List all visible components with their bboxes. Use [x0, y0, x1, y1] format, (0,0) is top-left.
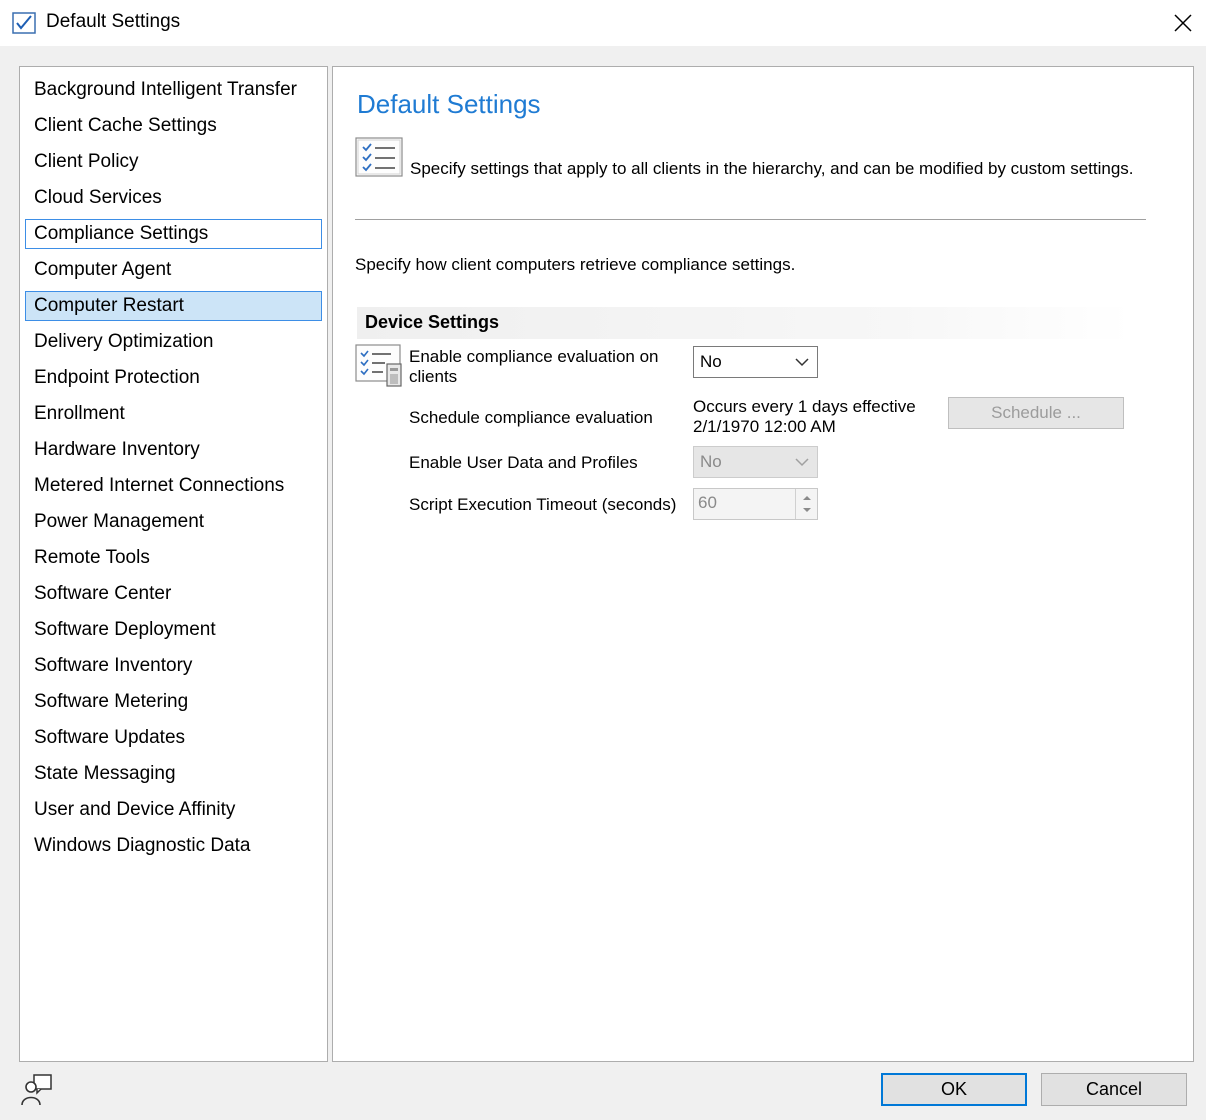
- close-button[interactable]: [1160, 0, 1206, 46]
- schedule-value-line1: Occurs every 1 days effective: [693, 397, 916, 416]
- nav-item-state-messaging[interactable]: State Messaging: [25, 759, 322, 789]
- window-title: Default Settings: [46, 11, 181, 32]
- settings-nav-list: Background Intelligent Transfer Client C…: [19, 66, 328, 1062]
- header-divider: [355, 219, 1146, 220]
- user-data-value: No: [700, 452, 722, 471]
- nav-item-client-policy[interactable]: Client Policy: [25, 147, 322, 177]
- timeout-stepper[interactable]: 60: [693, 488, 818, 520]
- close-icon: [1174, 14, 1192, 32]
- help-user-icon[interactable]: [20, 1073, 54, 1107]
- nav-item-user-and-device-affinity[interactable]: User and Device Affinity: [25, 795, 322, 825]
- chevron-down-icon: [795, 358, 809, 367]
- nav-item-cloud-services[interactable]: Cloud Services: [25, 183, 322, 213]
- nav-item-software-inventory[interactable]: Software Inventory: [25, 651, 322, 681]
- timeout-value: 60: [698, 493, 717, 512]
- checklist-icon: [355, 137, 405, 179]
- group-header-device-settings: Device Settings: [357, 307, 1132, 339]
- timeout-label: Script Execution Timeout (seconds): [409, 495, 677, 514]
- enable-compliance-label-line1: Enable compliance evaluation on: [409, 347, 659, 366]
- nav-item-client-cache-settings[interactable]: Client Cache Settings: [25, 111, 322, 141]
- nav-item-hardware-inventory[interactable]: Hardware Inventory: [25, 435, 322, 465]
- spin-buttons[interactable]: [795, 489, 817, 519]
- enable-compliance-value: No: [700, 352, 722, 371]
- nav-item-software-updates[interactable]: Software Updates: [25, 723, 322, 753]
- nav-item-enrollment[interactable]: Enrollment: [25, 399, 322, 429]
- ok-button[interactable]: OK: [881, 1073, 1027, 1106]
- nav-item-compliance-settings[interactable]: Compliance Settings: [25, 219, 322, 249]
- compliance-settings-icon: [355, 344, 405, 388]
- page-description: Specify settings that apply to all clien…: [410, 159, 1134, 178]
- enable-compliance-select[interactable]: No: [693, 346, 818, 378]
- settings-panel: Default Settings Specify settings that a…: [332, 66, 1194, 1062]
- spin-arrows-icon: [803, 496, 811, 512]
- nav-item-delivery-optimization[interactable]: Delivery Optimization: [25, 327, 322, 357]
- nav-item-background-intelligent-transfer[interactable]: Background Intelligent Transfer: [25, 75, 322, 105]
- cancel-button[interactable]: Cancel: [1041, 1073, 1187, 1106]
- schedule-button[interactable]: Schedule ...: [948, 397, 1124, 429]
- nav-item-software-deployment[interactable]: Software Deployment: [25, 615, 322, 645]
- enable-compliance-label: Enable compliance evaluation on clients: [409, 347, 659, 387]
- nav-item-software-center[interactable]: Software Center: [25, 579, 322, 609]
- enable-compliance-label-line2: clients: [409, 367, 458, 386]
- nav-item-remote-tools[interactable]: Remote Tools: [25, 543, 322, 573]
- nav-item-power-management[interactable]: Power Management: [25, 507, 322, 537]
- user-data-label: Enable User Data and Profiles: [409, 453, 638, 472]
- nav-item-endpoint-protection[interactable]: Endpoint Protection: [25, 363, 322, 393]
- nav-item-software-metering[interactable]: Software Metering: [25, 687, 322, 717]
- schedule-value-line2: 2/1/1970 12:00 AM: [693, 417, 836, 436]
- section-description: Specify how client computers retrieve co…: [355, 255, 796, 274]
- title-bar: Default Settings: [0, 0, 1206, 46]
- settings-check-icon: [12, 12, 36, 34]
- nav-item-windows-diagnostic-data[interactable]: Windows Diagnostic Data: [25, 831, 322, 861]
- nav-item-computer-agent[interactable]: Computer Agent: [25, 255, 322, 285]
- nav-item-metered-internet-connections[interactable]: Metered Internet Connections: [25, 471, 322, 501]
- nav-item-computer-restart[interactable]: Computer Restart: [25, 291, 322, 321]
- user-data-select[interactable]: No: [693, 446, 818, 478]
- schedule-label: Schedule compliance evaluation: [409, 408, 653, 427]
- chevron-down-icon: [795, 458, 809, 467]
- schedule-value: Occurs every 1 days effective 2/1/1970 1…: [693, 397, 916, 437]
- page-title: Default Settings: [357, 89, 541, 119]
